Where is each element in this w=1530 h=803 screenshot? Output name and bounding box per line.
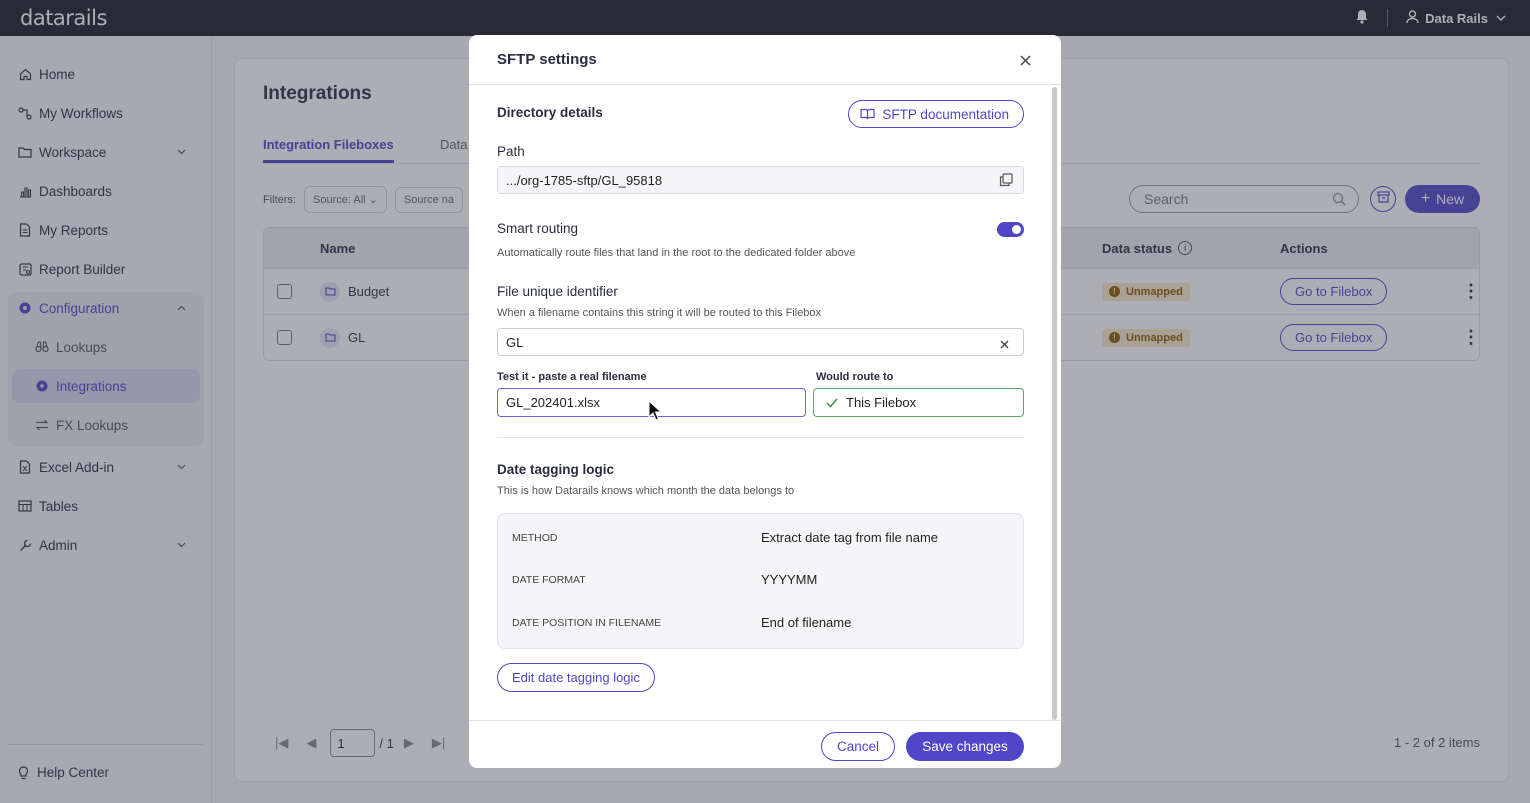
directory-details-title: Directory details bbox=[497, 105, 603, 120]
check-icon bbox=[826, 398, 838, 408]
book-icon bbox=[860, 108, 876, 120]
file-identifier-hint: When a filename contains this string it … bbox=[497, 307, 822, 319]
path-field: .../org-1785-sftp/GL_95818 bbox=[497, 166, 1024, 194]
modal-title: SFTP settings bbox=[497, 51, 597, 68]
sftp-documentation-button[interactable]: SFTP documentation bbox=[848, 100, 1024, 128]
file-identifier-label: File unique identifier bbox=[497, 284, 618, 299]
section-divider bbox=[497, 437, 1024, 438]
clear-icon[interactable] bbox=[1000, 337, 1009, 352]
path-value: .../org-1785-sftp/GL_95818 bbox=[506, 172, 663, 188]
date-position-value: End of filename bbox=[761, 615, 852, 630]
copy-icon[interactable] bbox=[999, 173, 1013, 190]
route-result-label: Would route to bbox=[816, 371, 894, 383]
route-result-box: This Filebox bbox=[813, 388, 1024, 417]
modal-footer: Cancel Save changes bbox=[469, 720, 1061, 768]
sftp-settings-modal: SFTP settings Directory details SFTP doc… bbox=[469, 35, 1061, 768]
date-position-row: DATE POSITION IN FILENAME End of filenam… bbox=[512, 615, 1012, 630]
date-tagging-title: Date tagging logic bbox=[497, 462, 615, 477]
date-format-row: DATE FORMAT YYYYMM bbox=[512, 572, 1012, 587]
file-identifier-value: GL bbox=[506, 334, 524, 350]
sftp-documentation-label: SFTP documentation bbox=[882, 106, 1009, 122]
method-value: Extract date tag from file name bbox=[761, 530, 939, 545]
modal-scrollbar[interactable] bbox=[1052, 87, 1057, 720]
edit-date-tagging-button[interactable]: Edit date tagging logic bbox=[497, 663, 655, 692]
modal-header: SFTP settings bbox=[469, 35, 1061, 85]
date-tagging-summary: METHOD Extract date tag from file name D… bbox=[497, 513, 1024, 649]
method-key: METHOD bbox=[512, 531, 558, 544]
method-row: METHOD Extract date tag from file name bbox=[512, 530, 1012, 545]
date-tagging-hint: This is how Datarails knows which month … bbox=[497, 485, 795, 497]
smart-routing-hint: Automatically route files that land in t… bbox=[497, 247, 856, 259]
close-icon[interactable] bbox=[1020, 49, 1031, 71]
route-result-value: This Filebox bbox=[846, 395, 917, 410]
smart-routing-toggle[interactable] bbox=[997, 222, 1024, 237]
smart-routing-label: Smart routing bbox=[497, 221, 579, 236]
date-format-key: DATE FORMAT bbox=[512, 573, 586, 586]
test-filename-label: Test it - paste a real filename bbox=[497, 371, 647, 383]
save-changes-button[interactable]: Save changes bbox=[906, 732, 1024, 761]
file-identifier-input[interactable]: GL bbox=[497, 328, 1024, 356]
date-position-key: DATE POSITION IN FILENAME bbox=[512, 616, 662, 629]
date-format-value: YYYYMM bbox=[761, 572, 818, 587]
path-label: Path bbox=[497, 144, 525, 159]
test-filename-value: GL_202401.xlsx bbox=[506, 395, 600, 410]
cancel-button[interactable]: Cancel bbox=[821, 732, 895, 761]
